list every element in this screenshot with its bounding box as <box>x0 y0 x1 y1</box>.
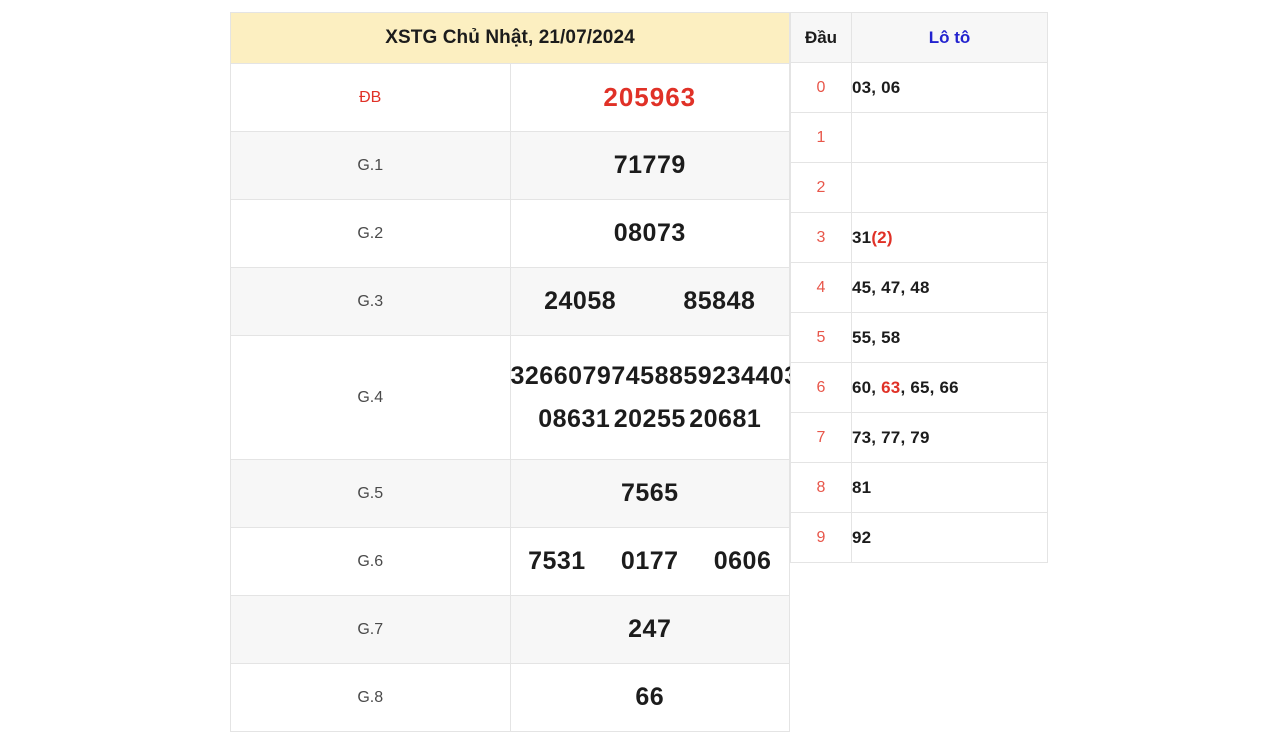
loto-key: 9 <box>790 512 852 563</box>
table-row: G.7 247 <box>230 595 790 664</box>
lottery-result-table: XSTG Chủ Nhật, 21/07/2024 ĐB 205963 G.1 … <box>230 12 798 732</box>
loto-values: 03, 06 <box>851 62 1048 113</box>
prize-number: 32660 <box>510 361 583 390</box>
loto-header-row: Đầu Lô tô <box>790 12 1048 63</box>
page-root: XSTG Chủ Nhật, 21/07/2024 ĐB 205963 G.1 … <box>0 0 1280 732</box>
prize-values-db: 205963 <box>509 63 790 132</box>
prize-values-g3: 24058 85848 <box>509 267 790 336</box>
list-item: 9 92 <box>790 512 1048 563</box>
prize-number: 7531 <box>528 547 586 575</box>
loto-key: 5 <box>790 312 852 363</box>
prize-values-g2: 08073 <box>509 199 790 268</box>
list-item: 6 60, 63, 65, 66 <box>790 362 1048 413</box>
prize-number: 20681 <box>689 404 762 433</box>
list-item: 3 31(2) <box>790 212 1048 263</box>
list-item: 0 03, 06 <box>790 62 1048 113</box>
prize-label-db: ĐB <box>230 63 511 132</box>
loto-header-loto: Lô tô <box>851 12 1048 63</box>
loto-values: 81 <box>851 462 1048 513</box>
loto-values: 73, 77, 79 <box>851 412 1048 463</box>
prize-number: 205963 <box>603 82 697 112</box>
loto-key: 8 <box>790 462 852 513</box>
list-item: 7 73, 77, 79 <box>790 412 1048 463</box>
list-item: 5 55, 58 <box>790 312 1048 363</box>
list-item: 2 <box>790 162 1048 213</box>
loto-values <box>851 162 1048 213</box>
prize-values-g7: 247 <box>509 595 790 664</box>
result-title-row: XSTG Chủ Nhật, 21/07/2024 <box>230 12 790 64</box>
loto-values: 45, 47, 48 <box>851 262 1048 313</box>
loto-values: 92 <box>851 512 1048 563</box>
prize-number: 66 <box>635 683 665 711</box>
loto-key: 3 <box>790 212 852 263</box>
prize-label-g5: G.5 <box>230 459 511 528</box>
prize-number: 0177 <box>620 547 679 575</box>
table-row: G.5 7565 <box>230 459 790 528</box>
loto-key: 6 <box>790 362 852 413</box>
prize-values-g5: 7565 <box>509 459 790 528</box>
table-row: ĐB 205963 <box>230 63 790 132</box>
loto-key: 0 <box>790 62 852 113</box>
prize-label-g1: G.1 <box>230 131 511 200</box>
prize-number: 0606 <box>713 547 772 575</box>
prize-label-g6: G.6 <box>230 527 511 596</box>
prize-number: 71779 <box>613 151 686 179</box>
table-row: G.8 66 <box>230 663 790 732</box>
list-item: 1 <box>790 112 1048 163</box>
prize-number: 20255 <box>613 404 686 433</box>
table-row: G.4 32660 79745 88592 34403 08631 20255 … <box>230 335 798 460</box>
prize-number: 08073 <box>613 219 686 247</box>
table-row: G.6 7531 0177 0606 <box>230 527 790 596</box>
prize-label-g7: G.7 <box>230 595 511 664</box>
result-title: XSTG Chủ Nhật, 21/07/2024 <box>230 12 790 64</box>
loto-values: 60, 63, 65, 66 <box>851 362 1048 413</box>
prize-values-g1: 71779 <box>509 131 790 200</box>
prize-label-g8: G.8 <box>230 663 511 732</box>
prize-label-g2: G.2 <box>230 199 511 268</box>
loto-key: 1 <box>790 112 852 163</box>
prize-number: 79745 <box>582 361 655 390</box>
table-row: G.1 71779 <box>230 131 790 200</box>
prize-values-g4: 32660 79745 88592 34403 08631 20255 2068… <box>509 335 798 460</box>
prize-label-g4: G.4 <box>230 335 511 460</box>
prize-number: 85848 <box>683 287 756 315</box>
prize-label-g3: G.3 <box>230 267 511 336</box>
prize-number: 08631 <box>538 404 611 433</box>
loto-values: 31(2) <box>851 212 1048 263</box>
list-item: 8 81 <box>790 462 1048 513</box>
prize-values-g8: 66 <box>509 663 790 732</box>
loto-values: 55, 58 <box>851 312 1048 363</box>
list-item: 4 45, 47, 48 <box>790 262 1048 313</box>
loto-key: 4 <box>790 262 852 313</box>
loto-summary-table: Đầu Lô tô 0 03, 06 1 2 3 31(2) 4 45, 47,… <box>790 12 1048 563</box>
loto-key: 2 <box>790 162 852 213</box>
prize-number: 34403 <box>726 361 799 390</box>
loto-header-dau: Đầu <box>790 12 852 63</box>
table-row: G.3 24058 85848 <box>230 267 790 336</box>
loto-values <box>851 112 1048 163</box>
prize-values-g6: 7531 0177 0606 <box>509 527 790 596</box>
loto-key: 7 <box>790 412 852 463</box>
table-row: G.2 08073 <box>230 199 790 268</box>
prize-number: 247 <box>628 615 672 643</box>
prize-number: 88592 <box>654 361 727 390</box>
prize-number: 7565 <box>620 479 679 507</box>
prize-number: 24058 <box>544 287 617 315</box>
